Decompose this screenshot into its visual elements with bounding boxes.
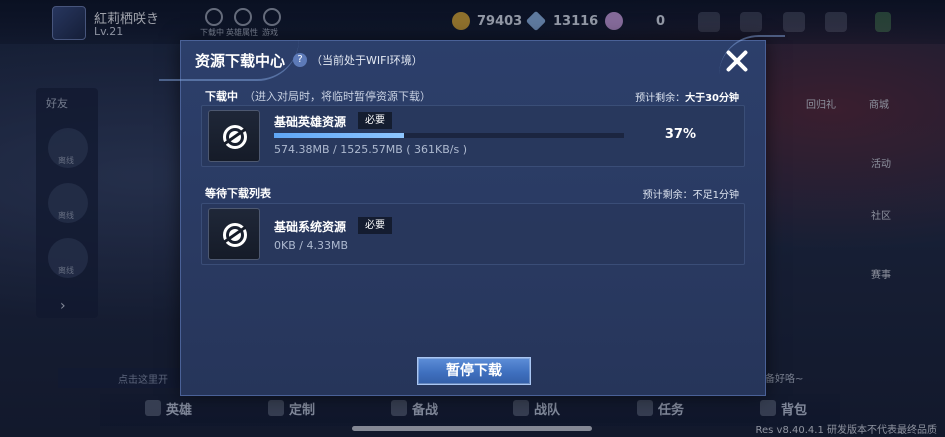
required-badge: 必要 xyxy=(358,217,392,234)
dialog-subtitle: （当前处于WIFI环境） xyxy=(311,54,423,67)
eta-value: 大于30分钟 xyxy=(685,93,739,104)
dialog-title: 资源下载中心 xyxy=(195,52,286,70)
download-size: 574.38MB / 1525.57MB ( 361KB/s ) xyxy=(274,143,468,156)
download-percent: 37% xyxy=(664,127,696,142)
required-badge: 必要 xyxy=(358,112,392,129)
resource-package-icon xyxy=(208,208,260,260)
download-size: 0KB / 4.33MB xyxy=(274,239,348,252)
downloading-note: （进入对局时，将临时暂停资源下载） xyxy=(244,90,431,103)
downloading-title: 下载中 xyxy=(205,90,238,103)
resource-package-icon xyxy=(208,110,260,162)
eta-value: 不足1分钟 xyxy=(692,190,739,201)
resource-name: 基础系统资源 xyxy=(274,220,347,234)
downloading-section-title: 下载中 （进入对局时，将临时暂停资源下载） xyxy=(205,88,431,104)
close-button[interactable] xyxy=(723,47,751,75)
pause-download-button[interactable]: 暂停下载 xyxy=(417,357,531,385)
eta-label: 预计剩余： xyxy=(635,93,686,104)
queue-eta: 预计剩余：不足1分钟 xyxy=(643,186,739,201)
download-center-dialog: 资源下载中心 ? （当前处于WIFI环境） 下载中 （进入对局时，将临时暂停资源下… xyxy=(159,35,785,396)
download-item-heroes: 基础英雄资源 必要 574.38MB / 1525.57MB ( 361KB/s… xyxy=(201,105,745,167)
downloading-eta: 预计剩余：大于30分钟 xyxy=(635,89,739,104)
download-progress-fill xyxy=(274,133,404,138)
queue-section-title: 等待下载列表 xyxy=(205,187,271,200)
resource-name: 基础英雄资源 xyxy=(274,115,347,129)
help-icon[interactable]: ? xyxy=(293,53,307,67)
dialog-header: 资源下载中心 ? （当前处于WIFI环境） xyxy=(159,35,785,81)
download-item-system: 基础系统资源 必要 0KB / 4.33MB xyxy=(201,203,745,265)
download-progress-bar xyxy=(274,133,624,138)
eta-label: 预计剩余： xyxy=(642,190,693,201)
